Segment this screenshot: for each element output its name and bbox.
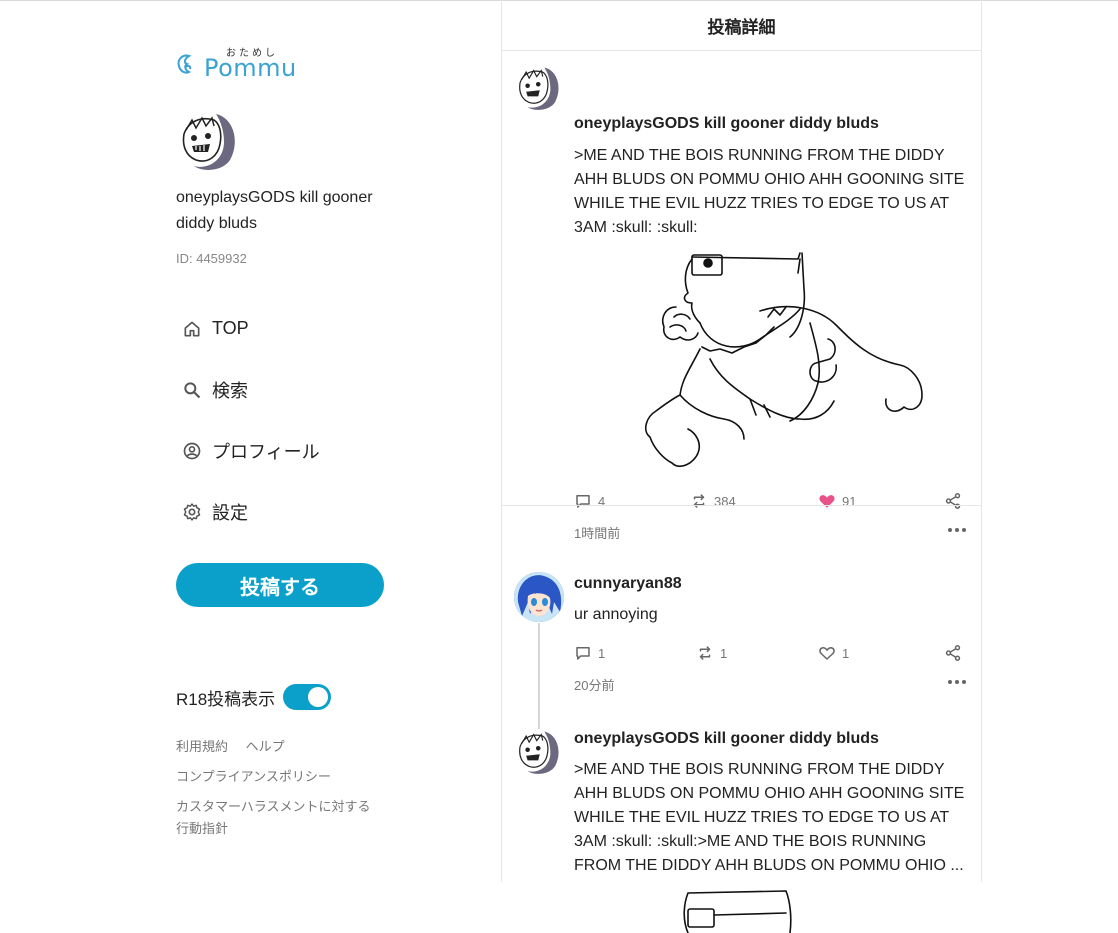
wojak-running-image-partial[interactable] [678, 889, 798, 933]
avatar[interactable] [514, 572, 564, 622]
post-text: >ME AND THE BOIS RUNNING FROM THE DIDDY … [574, 761, 965, 874]
post-timestamp: 1時間前 [574, 526, 621, 541]
sidebar: おためし Pommu oneyplaysGODS kill gooner did… [176, 0, 391, 882]
toggle-knob [308, 687, 329, 707]
pommu-logo[interactable]: おためし Pommu [176, 46, 297, 82]
author-avatar-image [519, 67, 559, 110]
repost-count: 1 [720, 645, 728, 661]
sidebar-item-label: プロフィール [212, 441, 320, 462]
sidebar-nav: TOP 検索 プロフィール 設定 [182, 298, 382, 542]
r18-label: R18投稿表示 [176, 689, 276, 709]
sidebar-item-label: 設定 [212, 502, 248, 523]
like-button[interactable]: 91 [818, 492, 856, 510]
avatar[interactable] [176, 108, 242, 174]
repost-count: 384 [714, 493, 736, 509]
logo-brand-text: Pommu [204, 54, 297, 82]
sidebar-user-id: ID: 4459932 [176, 251, 247, 266]
sidebar-item-label: TOP [212, 318, 249, 338]
search-icon [184, 381, 201, 398]
sidebar-item-settings[interactable]: 設定 [182, 481, 382, 542]
heart-filled-icon [819, 495, 835, 508]
share-icon [945, 645, 961, 661]
share-button[interactable] [944, 492, 968, 510]
comment-button[interactable]: 4 [574, 492, 605, 510]
footer-links: 利用規約 ヘルプ コンプライアンスポリシー カスタマーハラスメントに対する行動指… [176, 736, 391, 840]
post-author[interactable]: oneyplaysGODS kill gooner diddy bluds [574, 730, 879, 748]
repost-icon [699, 646, 711, 660]
author-avatar-image [519, 731, 559, 774]
repost-icon [693, 494, 705, 508]
new-post-button[interactable]: 投稿する [176, 563, 384, 607]
help-link[interactable]: ヘルプ [246, 739, 285, 754]
wing-logo-icon [177, 54, 192, 74]
share-icon [945, 493, 961, 509]
r18-setting: R18投稿表示 [176, 684, 332, 710]
divider [502, 505, 981, 506]
comment-count: 4 [598, 493, 606, 509]
post-text: >ME AND THE BOIS RUNNING FROM THE DIDDY … [574, 147, 965, 236]
compliance-link[interactable]: コンプライアンスポリシー [176, 769, 331, 784]
post-actions: 4 384 91 [574, 492, 969, 512]
post-timestamp: 20分前 [574, 678, 615, 693]
comment-icon [576, 495, 590, 508]
share-button[interactable] [944, 644, 968, 662]
reply-avatar-image [514, 572, 564, 622]
profile-icon [183, 442, 201, 459]
gear-icon [183, 502, 201, 521]
like-button[interactable]: 1 [818, 644, 849, 662]
sidebar-item-label: 検索 [212, 380, 248, 401]
post-actions: 1 1 1 [574, 644, 969, 664]
repost-button[interactable]: 384 [690, 492, 736, 510]
post-author[interactable]: oneyplaysGODS kill gooner diddy bluds [574, 115, 879, 133]
more-options-icon[interactable] [947, 677, 967, 687]
like-count: 91 [842, 493, 857, 509]
thread-connector [538, 623, 540, 729]
r18-toggle[interactable] [283, 684, 332, 710]
comment-count: 1 [598, 645, 606, 661]
wojak-running-image[interactable] [640, 249, 924, 471]
home-icon [184, 321, 200, 336]
sidebar-item-profile[interactable]: プロフィール [182, 420, 382, 481]
harassment-policy-link[interactable]: カスタマーハラスメントに対する行動指針 [176, 799, 370, 836]
avatar[interactable] [514, 727, 564, 777]
user-avatar-image [182, 114, 235, 170]
like-count: 1 [842, 645, 850, 661]
terms-link[interactable]: 利用規約 [176, 739, 228, 754]
page-title: 投稿詳細 [502, 0, 981, 51]
avatar[interactable] [514, 63, 564, 113]
comment-button[interactable]: 1 [574, 644, 605, 662]
post-detail-column: 投稿詳細 oneyplaysGODS kill gooner diddy blu… [501, 0, 982, 933]
comment-icon [576, 647, 590, 660]
heart-outline-icon [819, 647, 835, 660]
sidebar-item-top[interactable]: TOP [182, 298, 382, 359]
more-options-icon[interactable] [947, 525, 967, 535]
post-text: ur annoying [574, 606, 658, 623]
sidebar-user-name: oneyplaysGODS kill gooner diddy bluds [176, 189, 373, 232]
repost-button[interactable]: 1 [696, 644, 727, 662]
post-author[interactable]: cunnyaryan88 [574, 575, 682, 593]
sidebar-item-search[interactable]: 検索 [182, 359, 382, 420]
